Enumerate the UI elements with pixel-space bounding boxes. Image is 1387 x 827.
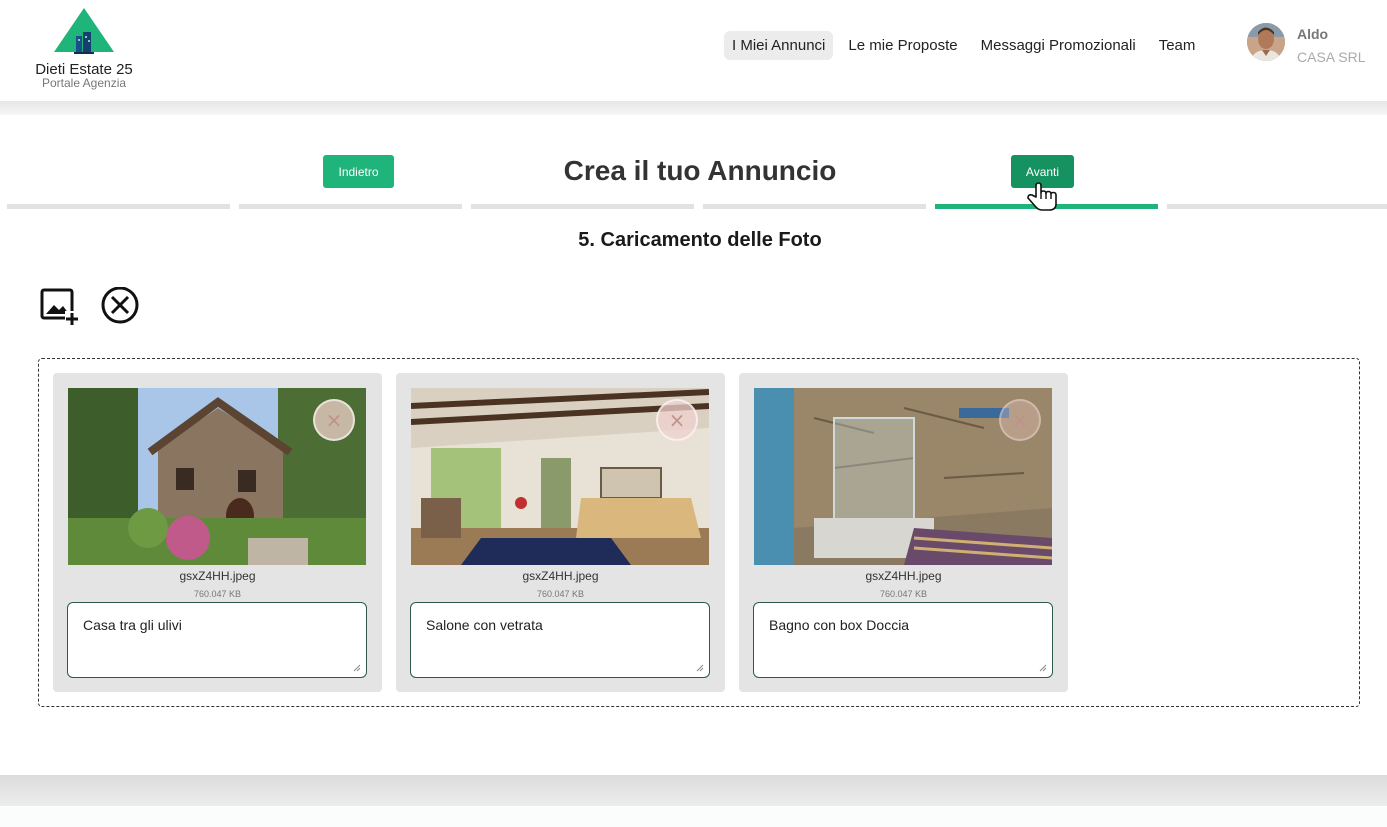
user-menu[interactable]: Aldo CASA SRL — [1247, 23, 1387, 67]
close-icon: × — [668, 408, 686, 432]
resize-handle-icon[interactable] — [353, 664, 361, 672]
photo-description-text: Salone con vetrata — [426, 617, 543, 633]
nav-item-proposte[interactable]: Le mie Proposte — [840, 31, 965, 60]
close-icon: × — [325, 408, 343, 432]
step-2 — [239, 204, 462, 209]
nav-item-team[interactable]: Team — [1151, 31, 1204, 60]
user-name: Aldo — [1297, 26, 1329, 42]
resize-handle-icon[interactable] — [696, 664, 704, 672]
file-size: 760.047 KB — [193, 589, 242, 599]
step-3 — [471, 204, 694, 209]
user-photo — [1247, 23, 1285, 61]
nav-item-miei-annunci[interactable]: I Miei Annunci — [724, 30, 834, 60]
building-icon — [74, 32, 94, 54]
photo-description-text: Bagno con box Doccia — [769, 617, 910, 633]
brand-subtitle: Portale Agenzia — [41, 76, 127, 90]
section-title: 5. Caricamento delle Foto — [578, 229, 822, 251]
step-1 — [7, 204, 230, 209]
resize-handle-icon[interactable] — [1039, 664, 1047, 672]
header-shadow — [0, 101, 1387, 115]
user-company: CASA SRL — [1297, 49, 1366, 65]
file-size: 760.047 KB — [536, 589, 585, 599]
file-name: gsxZ4HH.jpeg — [865, 569, 942, 583]
top-header: Dieti Estate 25 Portale Agenzia I Miei A… — [0, 0, 1387, 101]
avatar[interactable] — [1247, 23, 1285, 61]
remove-photo-button[interactable]: × — [313, 399, 355, 441]
photo-description-text: Casa tra gli ulivi — [83, 617, 182, 633]
circle-x-icon[interactable] — [100, 287, 140, 327]
footer — [0, 806, 1387, 827]
photo-description-input[interactable]: Bagno con box Doccia — [753, 602, 1053, 678]
footer-shadow — [0, 775, 1387, 806]
photo-description-input[interactable]: Casa tra gli ulivi — [67, 602, 367, 678]
back-button[interactable]: Indietro — [323, 155, 394, 188]
close-icon: × — [1011, 408, 1029, 432]
photo-card: × gsxZ4HH.jpeg 760.047 KB Bagno con box … — [739, 373, 1068, 692]
brand-logo[interactable]: Dieti Estate 25 Portale Agenzia — [30, 6, 138, 92]
file-name: gsxZ4HH.jpeg — [179, 569, 256, 583]
photo-description-input[interactable]: Salone con vetrata — [410, 602, 710, 678]
photo-card: × gsxZ4HH.jpeg 760.047 KB Casa tra gli u… — [53, 373, 382, 692]
add-photo-icon[interactable] — [39, 287, 79, 327]
remove-photo-button[interactable]: × — [999, 399, 1041, 441]
step-6 — [1167, 204, 1387, 209]
page-title: Crea il tuo Annuncio — [563, 155, 837, 186]
file-name: gsxZ4HH.jpeg — [522, 569, 599, 583]
file-size: 760.047 KB — [879, 589, 928, 599]
remove-photo-button[interactable]: × — [656, 399, 698, 441]
step-4 — [703, 204, 926, 209]
nav-item-messaggi-promozionali[interactable]: Messaggi Promozionali — [973, 31, 1144, 60]
pointer-hand-icon — [1027, 182, 1057, 211]
main-nav: I Miei Annunci Le mie Proposte Messaggi … — [724, 30, 1210, 60]
step-progress — [7, 204, 1387, 210]
photo-card: × gsxZ4HH.jpeg 760.047 KB Salone con vet… — [396, 373, 725, 692]
